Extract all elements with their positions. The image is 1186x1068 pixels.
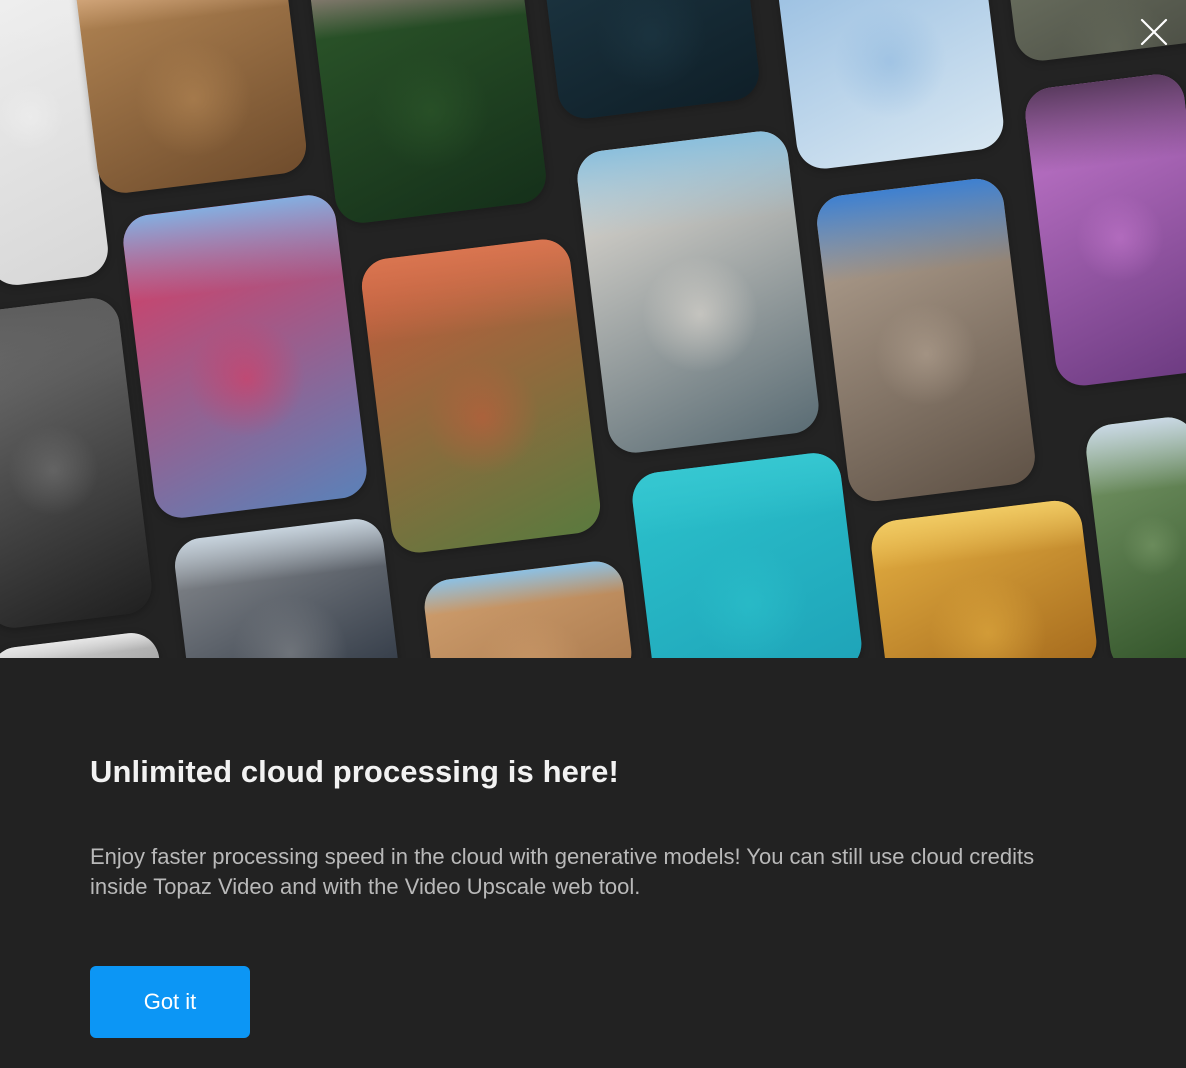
tile-woman-portrait <box>120 192 370 521</box>
tile-louvre-building <box>813 175 1039 505</box>
tile-pink-monster <box>1022 71 1186 389</box>
gallery-tiles <box>0 0 1186 658</box>
tile-golden-leaves <box>868 497 1100 658</box>
tile-boat-water <box>535 0 763 122</box>
tile-subject <box>2 419 105 522</box>
tile-subject <box>129 34 259 164</box>
tile-mountain-trees <box>1083 414 1186 658</box>
tile-sky <box>868 497 1085 572</box>
tile-sky <box>1022 71 1186 175</box>
tile-subject <box>418 353 548 483</box>
tile-subject <box>180 313 313 445</box>
close-button[interactable] <box>1136 14 1172 50</box>
tile-sky <box>72 0 290 32</box>
announcement-dialog: Unlimited cloud processing is here! Enjo… <box>0 0 1186 1068</box>
tile-subject <box>826 0 954 126</box>
tile-bird-fence <box>0 295 155 631</box>
tile-domed-church <box>421 558 635 658</box>
tile-silver-corner <box>0 629 164 658</box>
tile-sky <box>0 629 158 658</box>
tile-subject <box>470 609 594 658</box>
tile-sky <box>813 175 1012 284</box>
tile-sky <box>574 128 796 239</box>
tile-sky <box>0 0 84 60</box>
tile-sky <box>171 515 387 592</box>
tile-sky <box>1083 414 1186 498</box>
tile-surfers-ocean <box>629 450 865 658</box>
image-gallery <box>0 0 1186 658</box>
close-icon <box>1136 14 1172 50</box>
tile-brick-flowers <box>358 236 604 556</box>
tile-subject <box>365 46 497 177</box>
tile-subject <box>868 297 984 412</box>
tile-subject <box>0 80 68 154</box>
tile-subject <box>685 539 815 658</box>
tile-beach-cliff <box>72 0 310 196</box>
tile-subject <box>923 568 1054 658</box>
tile-subject <box>1118 511 1186 580</box>
tile-sky <box>358 236 578 345</box>
tile-ferris-wheel <box>769 0 1007 172</box>
tile-sky <box>120 192 343 303</box>
tile-palm-forest <box>306 0 550 226</box>
tile-subject <box>1070 189 1170 288</box>
tile-sky <box>421 558 625 617</box>
got-it-button[interactable]: Got it <box>90 966 250 1038</box>
dialog-title: Unlimited cloud processing is here! <box>90 754 619 789</box>
tile-sky <box>629 450 846 538</box>
tile-subject <box>635 249 766 380</box>
tile-subject <box>589 0 714 98</box>
tile-two-women <box>574 128 822 456</box>
tile-subject <box>225 589 356 658</box>
tile-sky <box>306 0 527 41</box>
dialog-description: Enjoy faster processing speed in the clo… <box>90 844 1035 899</box>
tile-sky <box>0 295 127 404</box>
tile-three-men <box>171 515 403 658</box>
